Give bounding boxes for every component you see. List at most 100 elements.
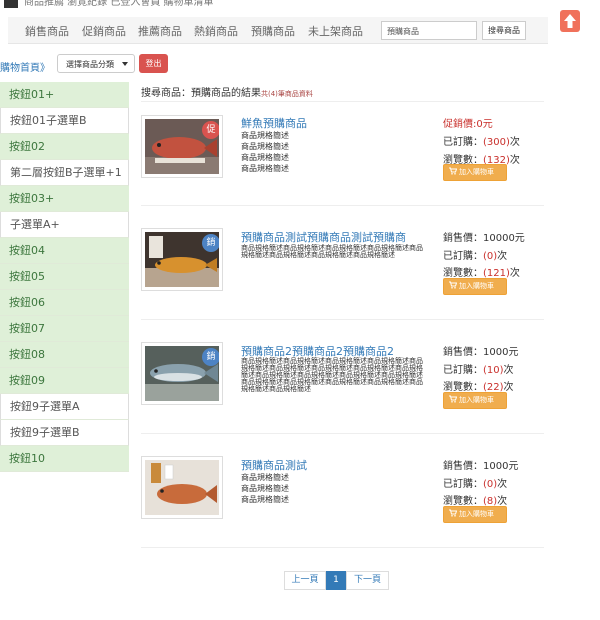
sidebar-item-btn05[interactable]: 按鈕05 xyxy=(0,264,129,290)
nav-item-promo[interactable]: 促銷商品 xyxy=(82,23,126,39)
sidebar-item-btn09-sub-b[interactable]: 按鈕9子選單B xyxy=(0,420,129,446)
add-to-cart-label: 加入購物車 xyxy=(459,168,494,176)
product-photo: 促 xyxy=(145,119,219,174)
top-nav: 銷售商品 促銷商品 推薦商品 熱銷商品 預購商品 未上架商品 預購商品 搜尋商品 xyxy=(8,17,548,44)
nav-item-recommended[interactable]: 推薦商品 xyxy=(138,23,182,39)
sidebar-item-level2-b-sub[interactable]: 第二層按鈕B子選單+1 xyxy=(0,160,129,186)
product-specs: 商品規格簡述 商品規格簡述 商品規格簡述 xyxy=(241,472,289,505)
sidebar-item-btn04[interactable]: 按鈕04 xyxy=(0,238,129,264)
order-count-value: (300) xyxy=(483,137,510,148)
product-specs: 商品規格簡述商品規格簡述商品規格簡述商品規格簡述商品規格簡述商品規格簡述商品規格… xyxy=(241,357,423,393)
add-to-cart-button[interactable]: 加入購物車 xyxy=(443,506,507,523)
sidebar-item-btn07[interactable]: 按鈕07 xyxy=(0,316,129,342)
fish-photo xyxy=(145,460,219,515)
nav-item-on-sale[interactable]: 銷售商品 xyxy=(25,23,69,39)
product-image[interactable]: 銷 xyxy=(141,228,223,291)
add-to-cart-button[interactable]: 加入購物車 xyxy=(443,392,507,409)
arrow-up-icon xyxy=(564,14,576,28)
add-to-cart-label: 加入購物車 xyxy=(459,282,494,290)
product-image[interactable]: 銷 xyxy=(141,342,223,405)
next-page-button[interactable]: 下一頁 xyxy=(346,571,389,590)
product-order-count: 已訂購：(0)次 xyxy=(443,247,507,262)
sale-badge: 銷 xyxy=(202,348,219,366)
nav-item-unlisted[interactable]: 未上架商品 xyxy=(308,23,363,39)
product-price: 銷售價：1000元 xyxy=(443,461,519,472)
results-count: 共(4)筆商品資料 xyxy=(261,90,313,98)
order-label: 已訂購： xyxy=(443,365,483,376)
order-unit: 次 xyxy=(497,251,508,262)
add-to-cart-label: 加入購物車 xyxy=(459,510,494,518)
product-specs: 商品規格簡述 商品規格簡述 商品規格簡述 商品規格簡述 xyxy=(241,130,289,174)
sidebar: 按鈕01+ 按鈕01子選單B 按鈕02 第二層按鈕B子選單+1 按鈕03+ 子選… xyxy=(0,82,129,472)
product-title[interactable]: 鮮魚預購商品 xyxy=(241,115,307,131)
shopping-cart-icon xyxy=(449,395,457,403)
category-select[interactable]: 選擇商品分類 xyxy=(57,54,135,73)
breadcrumb: 購物首頁》 xyxy=(0,59,50,74)
divider xyxy=(141,319,544,320)
product-order-count: 已訂購：(300)次 xyxy=(443,133,520,148)
product-spec-line: 商品規格簡述 xyxy=(241,473,289,482)
divider xyxy=(141,547,544,548)
product-image[interactable] xyxy=(141,456,223,519)
divider xyxy=(141,101,544,102)
product-order-count: 已訂購：(10)次 xyxy=(443,361,514,376)
order-count-value: (0) xyxy=(483,479,498,490)
product-view-count: 瀏覽數：(121)次 xyxy=(443,264,520,279)
product-photo: 銷 xyxy=(145,232,219,287)
product-price: 銷售價：10000元 xyxy=(443,233,525,244)
sidebar-item-btn06[interactable]: 按鈕06 xyxy=(0,290,129,316)
sale-badge: 銷 xyxy=(202,234,219,252)
add-to-cart-label: 加入購物車 xyxy=(459,396,494,404)
breadcrumb-home-link[interactable]: 購物首頁 xyxy=(0,63,40,74)
prev-page-button[interactable]: 上一頁 xyxy=(284,571,326,590)
search-input[interactable]: 預購商品 xyxy=(381,21,477,40)
views-unit: 次 xyxy=(509,155,520,166)
product-price: 促銷價:0元 xyxy=(443,119,493,130)
sidebar-item-btn02[interactable]: 按鈕02 xyxy=(0,134,129,160)
order-label: 已訂購： xyxy=(443,137,483,148)
nav-item-hot[interactable]: 熱銷商品 xyxy=(194,23,238,39)
results-heading: 搜尋商品：預購商品的結果共(4)筆商品資料 xyxy=(141,84,313,99)
results-heading-text: 搜尋商品：預購商品的結果 xyxy=(141,88,261,99)
product-specs: 商品規格簡述商品規格簡述商品規格簡述商品規格簡述商品規格簡述商品規格簡述商品規格… xyxy=(241,244,423,259)
page-1-button[interactable]: 1 xyxy=(326,571,346,590)
product-view-count: 瀏覽數：(22)次 xyxy=(443,378,514,393)
breadcrumb-separator: 》 xyxy=(40,63,50,74)
sidebar-item-btn10[interactable]: 按鈕10 xyxy=(0,446,129,472)
product-price: 銷售價：1000元 xyxy=(443,347,519,358)
scroll-top-button[interactable] xyxy=(560,10,580,32)
sidebar-item-btn03[interactable]: 按鈕03+ xyxy=(0,186,129,212)
category-select-value: 選擇商品分類 xyxy=(66,60,114,69)
order-unit: 次 xyxy=(509,137,520,148)
top-cutoff-text: 商品推薦 瀏覽紀錄 已登入會員 購物車清單 xyxy=(24,0,214,8)
order-label: 已訂購： xyxy=(443,479,483,490)
order-unit: 次 xyxy=(503,365,514,376)
sidebar-item-btn08[interactable]: 按鈕08 xyxy=(0,342,129,368)
order-unit: 次 xyxy=(497,479,508,490)
add-to-cart-button[interactable]: 加入購物車 xyxy=(443,164,507,181)
search-button[interactable]: 搜尋商品 xyxy=(482,21,526,40)
logout-button[interactable]: 登出 xyxy=(139,54,168,73)
product-photo: 銷 xyxy=(145,346,219,401)
order-label: 已訂購： xyxy=(443,251,483,262)
product-spec-line: 商品規格簡述 xyxy=(241,153,289,162)
order-count-value: (10) xyxy=(483,365,504,376)
views-unit: 次 xyxy=(509,268,520,279)
sidebar-item-btn01[interactable]: 按鈕01+ xyxy=(0,82,129,108)
product-title[interactable]: 預購商品測試 xyxy=(241,457,307,473)
product-image[interactable]: 促 xyxy=(141,115,223,178)
product-spec-line: 商品規格簡述 xyxy=(241,142,289,151)
add-to-cart-button[interactable]: 加入購物車 xyxy=(443,278,507,295)
sidebar-item-btn09-sub-a[interactable]: 按鈕9子選單A xyxy=(0,394,129,420)
sidebar-item-btn09[interactable]: 按鈕09 xyxy=(0,368,129,394)
product-spec-line: 商品規格簡述 xyxy=(241,131,289,140)
shopping-cart-icon xyxy=(449,167,457,175)
shopping-cart-icon xyxy=(449,509,457,517)
product-view-count: 瀏覽數：(8)次 xyxy=(443,492,507,507)
sidebar-item-btn01-sub-b[interactable]: 按鈕01子選單B xyxy=(0,108,129,134)
product-title[interactable]: 預購商品測試預購商品測試預購商 xyxy=(241,229,406,245)
sidebar-item-sub-a[interactable]: 子選單A+ xyxy=(0,212,129,238)
promo-badge: 促 xyxy=(202,121,219,139)
nav-item-preorder[interactable]: 預購商品 xyxy=(251,23,295,39)
caret-down-icon xyxy=(122,62,128,66)
